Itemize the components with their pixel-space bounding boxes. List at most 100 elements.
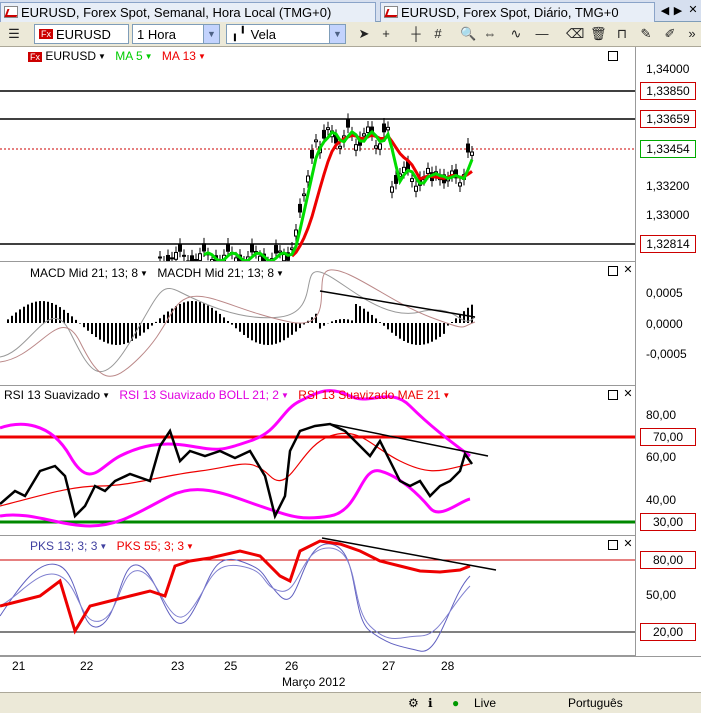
candle-icon: ╻╹ — [231, 26, 247, 41]
chevron-down-icon[interactable]: ▼ — [99, 542, 107, 551]
marker-icon[interactable]: ✎ — [638, 26, 654, 42]
rsi-label: RSI 13 Suavizado — [4, 388, 101, 402]
histogram-bar — [427, 323, 429, 344]
crosshair-menu-icon[interactable]: ┼ — [408, 26, 424, 41]
close-pane-icon[interactable]: ✕ — [623, 389, 633, 400]
symbol-select[interactable]: Fx EURUSD — [34, 24, 129, 44]
histogram-bar — [75, 319, 77, 323]
gear-icon[interactable]: ⚙ — [408, 696, 419, 710]
chevron-down-icon[interactable]: ▼ — [145, 52, 153, 61]
day-label: 25 — [224, 659, 238, 673]
maximize-pane-icon[interactable] — [608, 266, 618, 276]
chevron-down-icon[interactable]: ▼ — [186, 542, 194, 551]
brush-icon[interactable]: ✐ — [662, 26, 678, 42]
language-label[interactable]: Português — [568, 696, 623, 710]
eraser-icon[interactable]: ⌫ — [566, 26, 584, 42]
price-legend[interactable]: Fx EURUSD ▼ MA 5 ▼ MA 13 ▼ — [28, 49, 206, 63]
pks-pane[interactable]: PKS 13; 3; 3 ▼ PKS 55; 3; 3 ▼ ✕ — [0, 536, 635, 656]
time-axis: 21 22 23 25 26 27 28 Março 2012 — [0, 656, 701, 692]
pks-fast-signal-line — [0, 547, 471, 639]
histogram-bar — [199, 302, 201, 323]
timeframe-select[interactable]: 1 Hora ▼ — [132, 24, 220, 44]
day-label: 23 — [171, 659, 185, 673]
magnet-icon[interactable]: ⊓ — [614, 26, 630, 42]
crosshair-icon[interactable]: + — [378, 26, 394, 41]
chevron-down-icon[interactable]: ▼ — [98, 52, 106, 61]
histogram-bar — [39, 301, 41, 323]
maximize-pane-icon[interactable] — [608, 51, 618, 61]
more-icon[interactable]: » — [684, 26, 700, 41]
candle-body — [182, 254, 186, 257]
histogram-bar — [255, 323, 257, 343]
histogram-bar — [127, 323, 129, 343]
histogram-bar — [451, 322, 453, 323]
histogram-bar — [151, 323, 153, 326]
candle-body — [278, 250, 282, 253]
close-icon[interactable]: ✕ — [688, 5, 698, 16]
trend-line — [321, 537, 497, 571]
maximize-pane-icon[interactable] — [608, 540, 618, 550]
chevron-down-icon[interactable]: ▼ — [198, 52, 206, 61]
settings-icon[interactable]: ☰ — [6, 26, 22, 42]
candle-body — [390, 186, 394, 193]
close-pane-icon[interactable]: ✕ — [623, 265, 633, 276]
tick-label: 1,33200 — [646, 179, 690, 193]
chevron-down-icon[interactable]: ▼ — [203, 25, 219, 43]
level-tag: 80,00 — [640, 551, 696, 569]
candle-body — [426, 167, 430, 174]
chevron-down-icon[interactable]: ▼ — [281, 391, 289, 400]
grid-icon[interactable]: # — [430, 26, 446, 41]
rsi-axis: 80,00 60,00 40,00 70,00 30,00 — [635, 386, 701, 536]
candle-body — [250, 244, 254, 253]
maximize-pane-icon[interactable] — [608, 390, 618, 400]
symbol-label: EURUSD — [45, 49, 97, 63]
line-icon[interactable]: — — [534, 26, 550, 41]
histogram-bar — [367, 311, 369, 323]
chevron-down-icon[interactable]: ▼ — [276, 269, 284, 278]
rsi-pane[interactable]: RSI 13 Suavizado ▼ RSI 13 Suavizado BOLL … — [0, 386, 635, 536]
macd-legend[interactable]: MACD Mid 21; 13; 8 ▼ MACDH Mid 21; 13; 8 ▼ — [30, 266, 284, 280]
histogram-bar — [267, 323, 269, 345]
chevron-down-icon[interactable]: ▼ — [442, 391, 450, 400]
chevron-down-icon[interactable]: ▼ — [140, 269, 148, 278]
tick-label: 0,0005 — [646, 286, 683, 300]
chevron-down-icon[interactable]: ▼ — [329, 25, 345, 43]
tick-label: 60,00 — [646, 450, 677, 464]
pointer-icon[interactable]: ➤ — [356, 26, 372, 42]
scroll-right-icon[interactable]: ▶ — [673, 6, 683, 17]
level-tag: 30,00 — [640, 513, 696, 531]
boll-label: RSI 13 Suavizado BOLL 21; 2 — [119, 388, 279, 402]
candle-body — [170, 257, 174, 260]
histogram-bar — [323, 323, 325, 326]
rsi-legend[interactable]: RSI 13 Suavizado ▼ RSI 13 Suavizado BOLL … — [4, 388, 450, 402]
macd-label: MACD Mid 21; 13; 8 — [30, 266, 139, 280]
scroll-left-icon[interactable]: ◀ — [660, 6, 670, 17]
macd-pane[interactable]: MACD Mid 21; 13; 8 ▼ MACDH Mid 21; 13; 8 ▼… — [0, 262, 635, 386]
histogram-bar — [359, 306, 361, 323]
zoom-fit-icon[interactable]: ⇔ — [482, 26, 498, 41]
histogram-bar — [407, 323, 409, 343]
timeframe-value: 1 Hora — [137, 26, 177, 42]
histogram-bar — [347, 319, 349, 323]
close-pane-icon[interactable]: ✕ — [623, 539, 633, 550]
live-status: Live — [474, 696, 497, 710]
trash-icon[interactable]: 🗑 — [590, 26, 607, 42]
histogram-bar — [227, 320, 229, 323]
price-tag: 1,33659 — [640, 110, 696, 128]
tab-daily-chart[interactable]: EURUSD, Forex Spot, Diário, TMG+0 — [380, 2, 655, 22]
trend-line — [319, 290, 476, 318]
wave-icon[interactable]: ∿ — [508, 26, 524, 42]
chevron-down-icon[interactable]: ▼ — [102, 391, 110, 400]
candle-body — [386, 126, 390, 131]
chart-style-select[interactable]: ╻╹ Vela ▼ — [226, 24, 346, 44]
histogram-bar — [27, 304, 29, 323]
pks-legend[interactable]: PKS 13; 3; 3 ▼ PKS 55; 3; 3 ▼ — [30, 539, 194, 553]
info-icon[interactable]: ℹ — [428, 696, 433, 710]
price-pane[interactable]: Fx EURUSD ▼ MA 5 ▼ MA 13 ▼ — [0, 47, 635, 262]
histogram-bar — [415, 323, 417, 345]
tab-weekly-chart[interactable]: EURUSD, Forex Spot, Semanal, Hora Local … — [0, 2, 376, 22]
zoom-icon[interactable]: 🔍 — [460, 26, 476, 42]
candle-body — [410, 178, 414, 182]
candle-body — [374, 145, 378, 149]
histogram-bar — [251, 323, 253, 341]
